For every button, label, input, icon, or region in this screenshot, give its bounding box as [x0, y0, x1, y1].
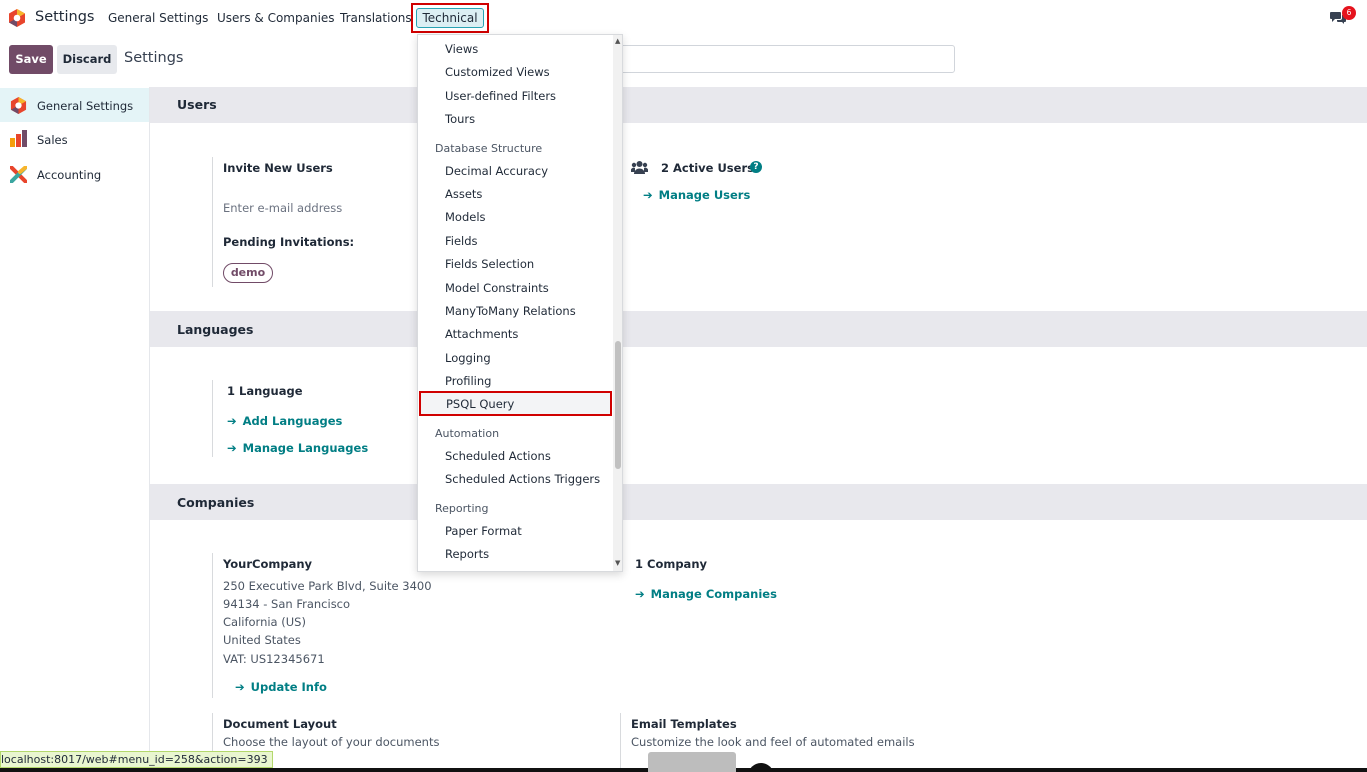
pending-invitation-tag[interactable]: demo [223, 263, 273, 283]
menu-section-header: Automation [435, 427, 500, 440]
accounting-app-icon [10, 166, 27, 183]
technical-menu-highlight: Technical [411, 3, 489, 33]
arrow-right-icon: ➔ [227, 441, 237, 455]
menu-section-header: Database Structure [435, 142, 543, 155]
setting-divider [212, 553, 213, 698]
dropdown-scrollbar[interactable]: ▲ ▼ [613, 35, 622, 571]
document-layout-desc: Choose the layout of your documents [223, 735, 440, 749]
setting-divider [212, 380, 213, 457]
section-title: Companies [177, 495, 255, 510]
menu-item-psql-query[interactable]: PSQL Query [446, 397, 514, 411]
sidebar-item-label: General Settings [37, 99, 134, 113]
arrow-right-icon: ➔ [635, 587, 645, 601]
technical-dropdown-menu: Views Customized Views User-defined Filt… [417, 34, 623, 572]
company-address-line: California (US) [223, 615, 306, 629]
menu-item-model-constraints[interactable]: Model Constraints [445, 281, 549, 295]
company-address-line: United States [223, 633, 301, 647]
menu-translations[interactable]: Translations [340, 11, 412, 25]
help-icon[interactable]: ? [750, 161, 762, 173]
menu-item-tours[interactable]: Tours [445, 112, 475, 126]
menu-item-logging[interactable]: Logging [445, 351, 491, 365]
app-name[interactable]: Settings [35, 9, 94, 25]
menu-item-fields-selection[interactable]: Fields Selection [445, 257, 534, 271]
menu-item-reports[interactable]: Reports [445, 547, 489, 561]
arrow-right-icon: ➔ [227, 414, 237, 428]
settings-app-logo-icon[interactable] [8, 9, 26, 27]
sidebar-item-label: Accounting [37, 168, 102, 182]
company-address-line: 250 Executive Park Blvd, Suite 3400 [223, 579, 432, 593]
sales-app-icon [10, 130, 27, 147]
menu-section-header: Reporting [435, 502, 489, 515]
menu-item-scheduled-actions-triggers[interactable]: Scheduled Actions Triggers [445, 472, 600, 486]
users-icon [631, 161, 648, 174]
company-address-line: 94134 - San Francisco [223, 597, 351, 611]
menu-item-many2many-relations[interactable]: ManyToMany Relations [445, 304, 576, 318]
section-header-users: Users [150, 87, 1367, 123]
top-navbar: Settings General Settings Users & Compan… [0, 0, 1367, 36]
menu-item-user-defined-filters[interactable]: User-defined Filters [445, 89, 556, 103]
setting-divider [620, 713, 621, 768]
sidebar-item-sales[interactable]: Sales [0, 123, 149, 157]
arrow-right-icon: ➔ [235, 680, 245, 694]
manage-companies-link[interactable]: ➔ Manage Companies [635, 587, 777, 601]
section-header-languages: Languages [150, 311, 1367, 347]
menu-general-settings[interactable]: General Settings [108, 11, 208, 25]
invite-email-input[interactable]: Enter e-mail address [223, 201, 342, 215]
scrollbar-thumb[interactable] [615, 341, 621, 469]
scroll-up-icon[interactable]: ▲ [615, 37, 620, 45]
menu-item-scheduled-actions[interactable]: Scheduled Actions [445, 449, 551, 463]
undo-redo-widget[interactable] [648, 752, 736, 772]
discard-button[interactable]: Discard [57, 45, 117, 74]
menu-item-profiling[interactable]: Profiling [445, 374, 491, 388]
menu-item-assets[interactable]: Assets [445, 187, 482, 201]
menu-users-companies[interactable]: Users & Companies [217, 11, 335, 25]
sidebar-item-label: Sales [37, 133, 68, 147]
menu-item-views[interactable]: Views [445, 42, 478, 56]
update-info-link[interactable]: ➔ Update Info [235, 680, 327, 694]
save-button[interactable]: Save [9, 45, 53, 74]
search-input[interactable] [619, 45, 955, 73]
menu-item-attachments[interactable]: Attachments [445, 327, 518, 341]
document-layout-title: Document Layout [223, 717, 337, 731]
company-count: 1 Company [635, 557, 708, 571]
manage-languages-link[interactable]: ➔ Manage Languages [227, 441, 368, 455]
sidebar-item-general-settings[interactable]: General Settings [0, 88, 149, 122]
menu-item-decimal-accuracy[interactable]: Decimal Accuracy [445, 164, 548, 178]
menu-item-models[interactable]: Models [445, 210, 486, 224]
invite-users-label: Invite New Users [223, 161, 333, 175]
pending-invitations-label: Pending Invitations: [223, 235, 355, 249]
settings-sidebar: General Settings Sales Accounting [0, 87, 150, 772]
menu-item-paper-format[interactable]: Paper Format [445, 524, 522, 538]
menu-item-psql-query-highlight[interactable]: PSQL Query [419, 391, 612, 416]
sidebar-item-accounting[interactable]: Accounting [0, 157, 149, 191]
language-count: 1 Language [227, 384, 303, 398]
email-templates-title: Email Templates [631, 717, 737, 731]
arrow-right-icon: ➔ [643, 188, 653, 202]
active-users-count: 2 Active Users [661, 161, 754, 175]
email-templates-desc: Customize the look and feel of automated… [631, 735, 915, 749]
chat-badge: 6 [1342, 6, 1356, 20]
setting-divider [212, 157, 213, 287]
menu-item-fields[interactable]: Fields [445, 234, 478, 248]
manage-users-link[interactable]: ➔ Manage Users [643, 188, 750, 202]
section-title: Languages [177, 322, 254, 337]
floating-widget[interactable] [748, 763, 774, 772]
company-name: YourCompany [223, 557, 313, 571]
section-title: Users [177, 97, 217, 112]
scroll-down-icon[interactable]: ▼ [615, 559, 620, 567]
breadcrumb: Settings [124, 50, 184, 66]
menu-technical[interactable]: Technical [416, 8, 484, 28]
company-vat: VAT: US12345671 [223, 652, 325, 666]
add-languages-link[interactable]: ➔ Add Languages [227, 414, 342, 428]
menu-item-customized-views[interactable]: Customized Views [445, 65, 550, 79]
settings-app-icon [10, 97, 27, 114]
section-header-companies: Companies [150, 484, 1367, 520]
status-bar-url: localhost:8017/web#menu_id=258&action=39… [0, 751, 273, 768]
